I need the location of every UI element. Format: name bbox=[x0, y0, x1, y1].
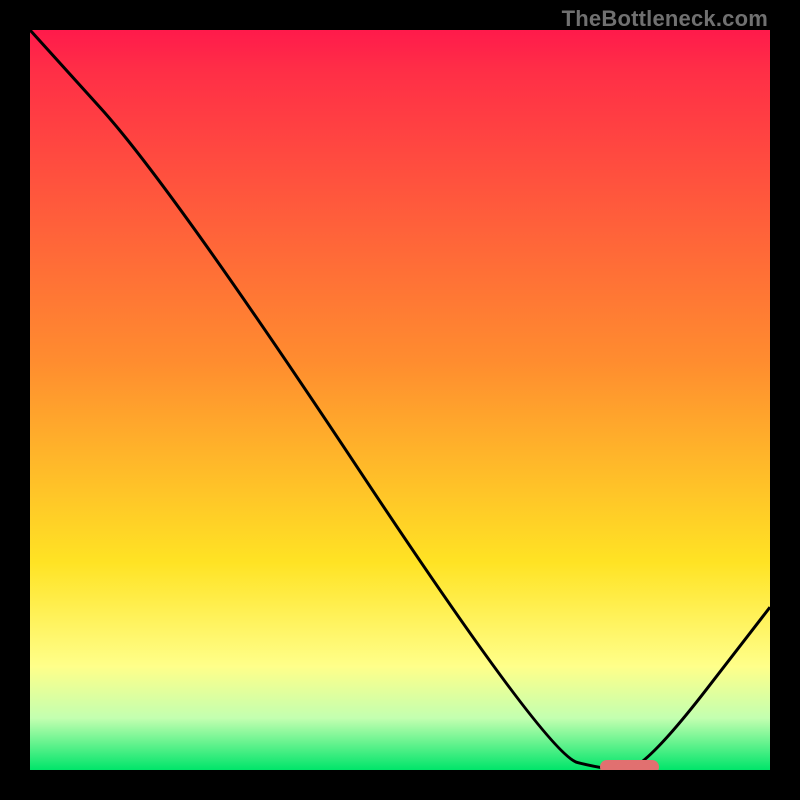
optimum-marker bbox=[600, 760, 659, 770]
watermark-text: TheBottleneck.com bbox=[562, 6, 768, 32]
chart-frame: TheBottleneck.com bbox=[0, 0, 800, 800]
plot-area bbox=[30, 30, 770, 770]
bottleneck-curve bbox=[30, 30, 770, 770]
